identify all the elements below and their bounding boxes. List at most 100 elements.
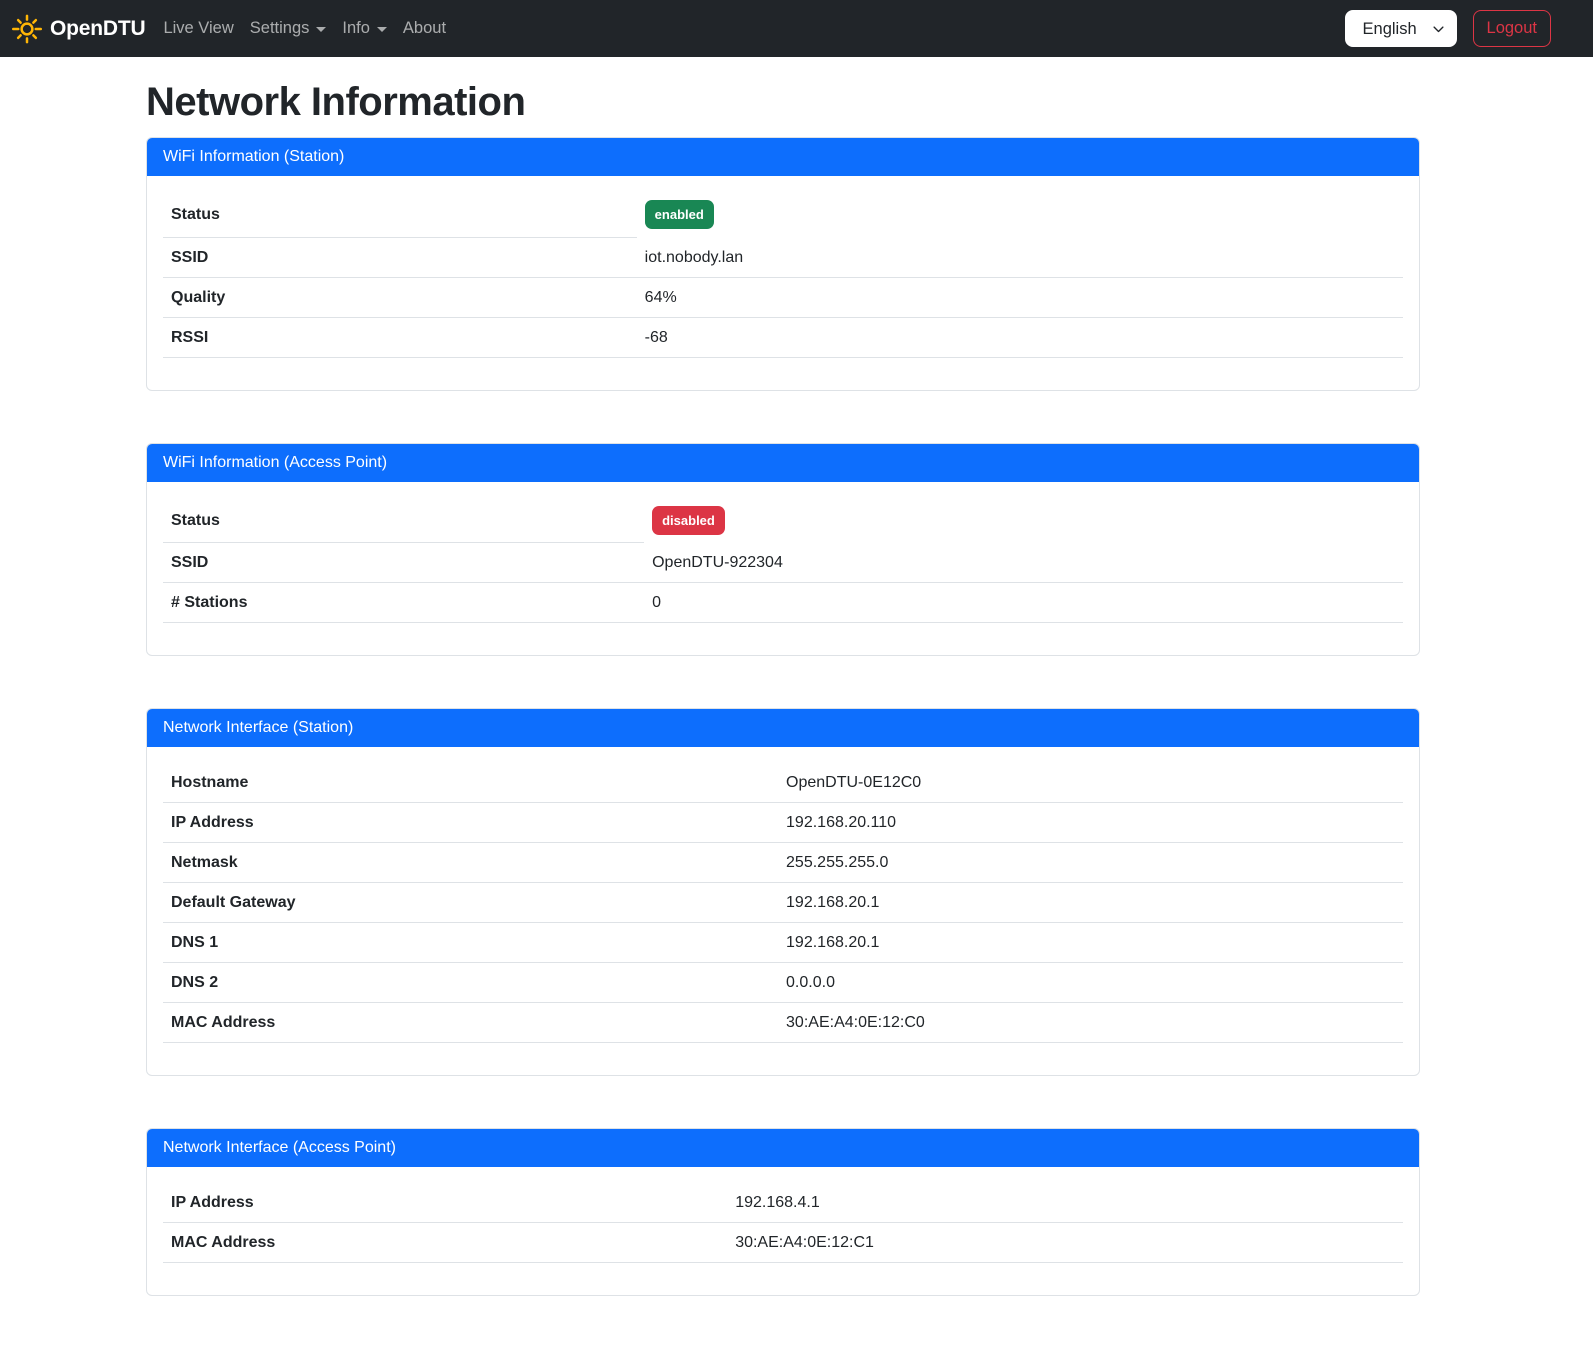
table-row: Default Gateway 192.168.20.1 <box>163 883 1403 923</box>
row-label: IP Address <box>163 803 778 843</box>
table-row: MAC Address 30:AE:A4:0E:12:C0 <box>163 1003 1403 1043</box>
card: Network Interface (Access Point) IP Addr… <box>146 1128 1420 1296</box>
row-value: -68 <box>645 329 668 346</box>
table-row: RSSI -68 <box>163 317 1403 357</box>
row-value-cell: -68 <box>637 317 1403 357</box>
row-label: Default Gateway <box>163 883 778 923</box>
row-label: Status <box>163 498 644 543</box>
row-value: 0.0.0.0 <box>786 974 835 991</box>
main-content: Network Information WiFi Information (St… <box>146 78 1420 1296</box>
row-value: iot.nobody.lan <box>645 249 743 266</box>
row-value: 255.255.255.0 <box>786 854 888 871</box>
nav-item-label: Settings <box>250 19 310 38</box>
card-body: Hostname OpenDTU-0E12C0 IP Address 192.168.… <box>147 747 1419 1075</box>
row-value: 0 <box>652 594 661 611</box>
nav-item-live-view[interactable]: Live View <box>155 11 241 46</box>
table-row: IP Address 192.168.4.1 <box>163 1183 1403 1223</box>
nav-item-label: Live View <box>163 19 233 38</box>
nav-item-label: About <box>403 19 446 38</box>
navbar: OpenDTU Live View Settings Info About Engli… <box>0 0 1593 57</box>
row-value-cell: 64% <box>637 277 1403 317</box>
table-row: SSID OpenDTU-922304 <box>163 543 1403 583</box>
row-value-cell: 255.255.255.0 <box>778 843 1403 883</box>
row-value-cell: 30:AE:A4:0E:12:C0 <box>778 1003 1403 1043</box>
row-value-cell: disabled <box>644 498 1403 543</box>
row-label: # Stations <box>163 583 644 623</box>
info-table: IP Address 192.168.4.1 MAC Address30:AE:A4… <box>163 1183 1403 1263</box>
table-row: Netmask 255.255.255.0 <box>163 843 1403 883</box>
nav-item-about[interactable]: About <box>395 11 454 46</box>
brand-link[interactable]: OpenDTU <box>12 14 145 44</box>
row-value: 30:AE:A4:0E:12:C0 <box>786 1014 925 1031</box>
logout-button[interactable]: Logout <box>1473 10 1551 47</box>
card-body: Status disabled SSID OpenDTU-922304 # Statio… <box>147 482 1419 656</box>
nav-item-label: Info <box>342 19 370 38</box>
card-header: Network Interface (Station) <box>147 709 1419 747</box>
info-table: Status disabled SSID OpenDTU-922304 # Statio… <box>163 498 1403 624</box>
row-value-cell: OpenDTU-0E12C0 <box>778 763 1403 803</box>
row-label: SSID <box>163 543 644 583</box>
row-label: SSID <box>163 237 637 277</box>
table-row: Status disabled <box>163 498 1403 543</box>
row-value: 192.168.20.1 <box>786 894 879 911</box>
row-label: DNS 2 <box>163 963 778 1003</box>
table-row: DNS 1 192.168.20.1 <box>163 923 1403 963</box>
row-value: 64% <box>645 289 677 306</box>
row-value: OpenDTU-922304 <box>652 554 783 571</box>
table-row: SSID iot.nobody.lan <box>163 237 1403 277</box>
row-value-cell: iot.nobody.lan <box>637 237 1403 277</box>
row-value: OpenDTU-0E12C0 <box>786 774 921 791</box>
row-label: MAC Address <box>163 1003 778 1043</box>
card-header: WiFi Information (Access Point) <box>147 444 1419 482</box>
info-table: Hostname OpenDTU-0E12C0 IP Address 192.168.… <box>163 763 1403 1043</box>
card-body: IP Address 192.168.4.1 MAC Address30:AE:A4… <box>147 1167 1419 1295</box>
table-row: Hostname OpenDTU-0E12C0 <box>163 763 1403 803</box>
caret-down-icon <box>377 27 387 32</box>
row-label: IP Address <box>163 1183 727 1223</box>
row-value-cell: 192.168.20.1 <box>778 883 1403 923</box>
status-badge: disabled <box>652 506 725 535</box>
card: WiFi Information (Access Point) Status di… <box>146 443 1420 657</box>
table-row: Status enabled <box>163 192 1403 237</box>
table-row: IP Address 192.168.20.110 <box>163 803 1403 843</box>
row-label: RSSI <box>163 317 637 357</box>
nav-item-info[interactable]: Info <box>334 11 395 46</box>
card: Network Interface (Station) Hostname Open… <box>146 708 1420 1076</box>
table-row: Quality 64% <box>163 277 1403 317</box>
sun-logo-icon <box>12 14 42 44</box>
caret-down-icon <box>316 27 326 32</box>
row-value-cell: 192.168.20.110 <box>778 803 1403 843</box>
table-row: # Stations 0 <box>163 583 1403 623</box>
info-table: Status enabled SSID iot.nobody.lan Quality 64… <box>163 192 1403 358</box>
row-value-cell: 30:AE:A4:0E:12:C1 <box>727 1223 1403 1263</box>
table-row: MAC Address30:AE:A4:0E:12:C1 <box>163 1223 1403 1263</box>
table-row: DNS 2 0.0.0.0 <box>163 963 1403 1003</box>
page-title: Network Information <box>146 78 1420 126</box>
row-value-cell: enabled <box>637 192 1403 237</box>
row-value-cell: 0 <box>644 583 1403 623</box>
nav-menu: Live View Settings Info About <box>155 11 454 46</box>
row-label: Quality <box>163 277 637 317</box>
row-label: DNS 1 <box>163 923 778 963</box>
nav-item-settings[interactable]: Settings <box>242 11 335 46</box>
row-label: Netmask <box>163 843 778 883</box>
row-value-cell: 0.0.0.0 <box>778 963 1403 1003</box>
status-badge: enabled <box>645 200 714 229</box>
row-value: 192.168.20.110 <box>786 814 896 831</box>
card-header: WiFi Information (Station) <box>147 138 1419 176</box>
language-select[interactable]: English <box>1345 10 1457 47</box>
row-label: Status <box>163 192 637 237</box>
cards: WiFi Information (Station) Status enabled… <box>146 137 1420 1296</box>
row-value: 192.168.4.1 <box>735 1194 820 1211</box>
row-value-cell: 192.168.4.1 <box>727 1183 1403 1223</box>
row-label: Hostname <box>163 763 778 803</box>
card-body: Status enabled SSID iot.nobody.lan Quality 64… <box>147 176 1419 390</box>
row-value-cell: OpenDTU-922304 <box>644 543 1403 583</box>
brand-label: OpenDTU <box>50 17 145 41</box>
language-select-wrap: English <box>1345 10 1457 47</box>
card: WiFi Information (Station) Status enabled… <box>146 137 1420 391</box>
row-value: 192.168.20.1 <box>786 934 879 951</box>
row-value-cell: 192.168.20.1 <box>778 923 1403 963</box>
card-header: Network Interface (Access Point) <box>147 1129 1419 1167</box>
row-label: MAC Address <box>163 1223 727 1263</box>
